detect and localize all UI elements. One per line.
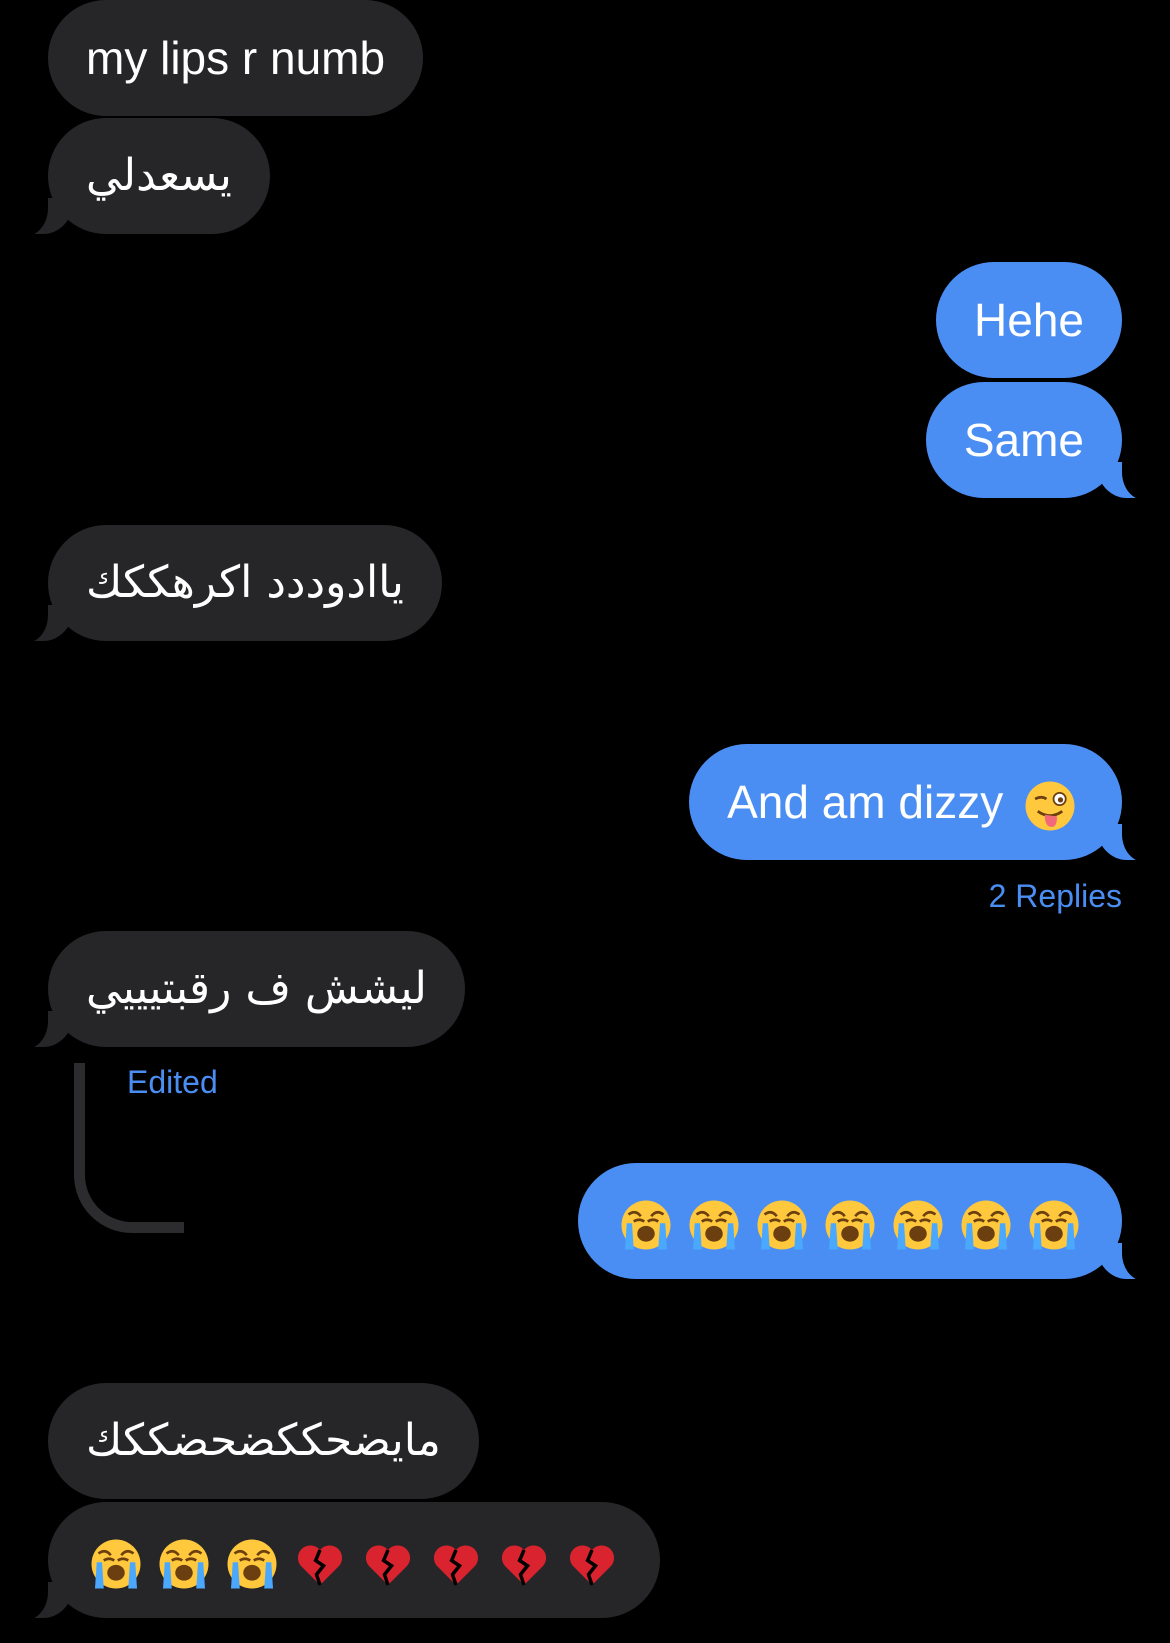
message-text: يسعدلي [86, 150, 232, 201]
broken-heart-icon [564, 1536, 620, 1592]
received-message-bubble[interactable] [16, 1502, 660, 1620]
broken-heart-icon [360, 1536, 416, 1592]
loudly-crying-face-icon [88, 1536, 144, 1592]
message-text: Hehe [974, 294, 1084, 346]
message-text: And am dizzy [727, 776, 1004, 828]
loudly-crying-face-icon [224, 1536, 280, 1592]
received-message-bubble[interactable]: مايضحككضحضككك [48, 1383, 479, 1499]
replies-link[interactable]: 2 Replies [989, 878, 1122, 915]
message-text: ليشش ف رقبتيييي [86, 963, 427, 1014]
loudly-crying-face-icon [822, 1197, 878, 1253]
message-text: my lips r numb [86, 32, 386, 84]
message-text: Same [963, 414, 1084, 466]
sent-message-bubble[interactable]: And am dizzy [689, 744, 1154, 862]
broken-heart-icon [428, 1536, 484, 1592]
emoji-row [612, 1195, 1088, 1247]
loudly-crying-face-icon [958, 1197, 1014, 1253]
broken-heart-icon [292, 1536, 348, 1592]
received-message-bubble[interactable]: ياادوددد اكرهككك [16, 525, 442, 643]
loudly-crying-face-icon [1026, 1197, 1082, 1253]
message-text: ياادوددد اكرهككك [86, 557, 404, 608]
reply-thread-line [74, 1063, 184, 1233]
loudly-crying-face-icon [686, 1197, 742, 1253]
loudly-crying-face-icon [618, 1197, 674, 1253]
loudly-crying-face-icon [890, 1197, 946, 1253]
sent-message-bubble[interactable]: Hehe [936, 262, 1122, 378]
sent-message-bubble[interactable]: Same [925, 382, 1155, 500]
received-message-bubble[interactable]: ليشش ف رقبتيييي [16, 931, 465, 1049]
sent-message-bubble[interactable] [578, 1163, 1154, 1281]
winking-face-with-tongue-icon [1016, 776, 1084, 828]
loudly-crying-face-icon [156, 1536, 212, 1592]
emoji-row [82, 1534, 626, 1586]
loudly-crying-face-icon [754, 1197, 810, 1253]
broken-heart-icon [496, 1536, 552, 1592]
received-message-bubble[interactable]: my lips r numb [48, 0, 424, 116]
message-text: مايضحككضحضككك [86, 1415, 441, 1466]
received-message-bubble[interactable]: يسعدلي [16, 118, 270, 236]
